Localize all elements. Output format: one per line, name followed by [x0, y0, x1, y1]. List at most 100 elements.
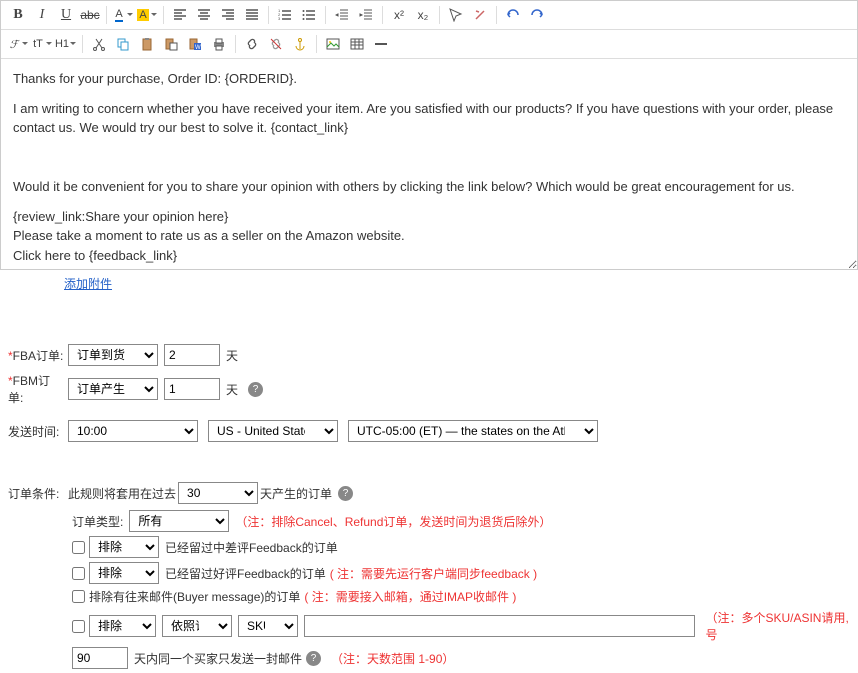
fbm-label: FBM订单: [8, 372, 64, 406]
unlink-button[interactable] [265, 34, 287, 54]
fbm-trigger-select[interactable]: 订单产生后 [68, 378, 158, 400]
fba-label: FBA订单: [8, 347, 64, 364]
fba-order-row: FBA订单: 订单到货后 天 [8, 344, 850, 366]
fba-trigger-select[interactable]: 订单到货后 [68, 344, 158, 366]
editor-content[interactable]: Thanks for your purchase, Order ID: {ORD… [1, 59, 857, 269]
fbm-unit: 天 [226, 381, 238, 398]
exclude-buyer-message-checkbox[interactable] [72, 590, 85, 603]
cut-button[interactable] [88, 34, 110, 54]
email-line: Would it be convenient for you to share … [13, 177, 845, 197]
bold-button[interactable]: B [7, 5, 29, 25]
order-type-label: 订单类型: [72, 513, 123, 530]
exclude-good-feedback-select[interactable]: 排除 [89, 562, 159, 584]
conditions-prefix: 此规则将套用在过去 [68, 485, 176, 502]
send-limit-note: （注：天数范围 1-90） [331, 650, 454, 667]
copy-button[interactable] [112, 34, 134, 54]
conditions-help-icon[interactable]: ? [338, 486, 353, 501]
redo-button[interactable] [526, 5, 548, 25]
conditions-suffix: 天产生的订单 [260, 485, 332, 502]
email-line: I am writing to concern whether you have… [13, 99, 845, 138]
exclude-bad-feedback-select[interactable]: 排除 [89, 536, 159, 558]
superscript-button[interactable]: x² [388, 5, 410, 25]
heading-button[interactable]: H1 [55, 34, 77, 54]
fba-unit: 天 [226, 347, 238, 364]
order-type-note: （注：排除Cancel、Refund订单，发送时间为退货后除外） [235, 513, 551, 530]
paste-text-button[interactable] [160, 34, 182, 54]
rich-text-editor: B I U abc A A 123 x² x₂ ℱ tT H1 [0, 0, 858, 270]
email-line: Please take a moment to rate us as a sel… [13, 226, 845, 246]
send-timezone-select[interactable]: UTC-05:00 (ET) — the states on the Atla [348, 420, 598, 442]
font-size-button[interactable]: tT [31, 34, 53, 54]
add-attachment-link[interactable]: 添加附件 [64, 275, 112, 292]
email-line [13, 148, 845, 168]
link-button[interactable] [241, 34, 263, 54]
send-time-label: 发送时间: [8, 423, 64, 440]
fbm-days-input[interactable] [164, 378, 220, 400]
back-color-button[interactable]: A [136, 5, 158, 25]
image-button[interactable] [322, 34, 344, 54]
toolbar-row-2: ℱ tT H1 W [1, 30, 857, 59]
strikethrough-button[interactable]: abc [79, 5, 101, 25]
exclude-sku-action-select[interactable]: 排除 [89, 615, 156, 637]
svg-text:3: 3 [278, 16, 281, 21]
table-button[interactable] [346, 34, 368, 54]
fbm-help-icon[interactable]: ? [248, 382, 263, 397]
select-all-button[interactable] [445, 5, 467, 25]
paste-word-button[interactable]: W [184, 34, 206, 54]
anchor-button[interactable] [289, 34, 311, 54]
send-limit-text: 天内同一个买家只发送一封邮件 [134, 650, 302, 667]
exclude-good-feedback-note: ( 注：需要先运行客户端同步feedback ) [330, 565, 537, 582]
font-family-button[interactable]: ℱ [7, 34, 29, 54]
exclude-sku-field-select[interactable]: SKU [238, 615, 298, 637]
fba-days-input[interactable] [164, 344, 220, 366]
outdent-button[interactable] [331, 5, 353, 25]
indent-button[interactable] [355, 5, 377, 25]
send-country-select[interactable]: US - United States [208, 420, 338, 442]
align-center-button[interactable] [193, 5, 215, 25]
svg-text:W: W [195, 45, 201, 51]
align-right-button[interactable] [217, 5, 239, 25]
exclude-good-feedback-row: 排除 已经留过好评Feedback的订单 ( 注：需要先运行客户端同步feedb… [72, 562, 850, 584]
exclude-sku-input[interactable] [304, 615, 695, 637]
order-type-row: 订单类型: 所有 （注：排除Cancel、Refund订单，发送时间为退货后除外… [72, 510, 850, 532]
ordered-list-button[interactable]: 123 [274, 5, 296, 25]
exclude-bad-feedback-text: 已经留过中差评Feedback的订单 [165, 539, 338, 556]
exclude-sku-row: 排除 依照订单 SKU （注：多个SKU/ASIN请用,号 [72, 609, 850, 643]
exclude-good-feedback-text: 已经留过好评Feedback的订单 [165, 565, 326, 582]
conditions-label: 订单条件: [8, 485, 64, 502]
exclude-sku-checkbox[interactable] [72, 620, 85, 633]
conditions-days-select[interactable]: 30 [178, 482, 258, 504]
fbm-order-row: FBM订单: 订单产生后 天 ? [8, 372, 850, 406]
settings-form: FBA订单: 订单到货后 天 FBM订单: 订单产生后 天 ? 发送时间: 10… [0, 310, 858, 669]
exclude-buyer-message-note: ( 注：需要接入邮箱，通过IMAP收邮件 ) [304, 588, 516, 605]
hr-button[interactable] [370, 34, 392, 54]
exclude-bad-feedback-row: 排除 已经留过中差评Feedback的订单 [72, 536, 850, 558]
undo-button[interactable] [502, 5, 524, 25]
paste-button[interactable] [136, 34, 158, 54]
exclude-buyer-message-row: 排除有往来邮件(Buyer message)的订单 ( 注：需要接入邮箱，通过I… [72, 588, 850, 605]
exclude-bad-feedback-checkbox[interactable] [72, 541, 85, 554]
email-line: {review_link:Share your opinion here} [13, 207, 845, 227]
exclude-good-feedback-checkbox[interactable] [72, 567, 85, 580]
email-line: Click here to {feedback_link} [13, 246, 845, 266]
order-type-select[interactable]: 所有 [129, 510, 229, 532]
subscript-button[interactable]: x₂ [412, 5, 434, 25]
italic-button[interactable]: I [31, 5, 53, 25]
underline-button[interactable]: U [55, 5, 77, 25]
exclude-sku-note: （注：多个SKU/ASIN请用,号 [705, 609, 850, 643]
align-left-button[interactable] [169, 5, 191, 25]
print-button[interactable] [208, 34, 230, 54]
send-time-select[interactable]: 10:00 [68, 420, 198, 442]
send-limit-days-input[interactable] [72, 647, 128, 669]
send-limit-help-icon[interactable]: ? [306, 651, 321, 666]
exclude-buyer-message-text: 排除有往来邮件(Buyer message)的订单 [89, 588, 300, 605]
clear-format-button[interactable] [469, 5, 491, 25]
send-limit-row: 天内同一个买家只发送一封邮件 ? （注：天数范围 1-90） [72, 647, 850, 669]
unordered-list-button[interactable] [298, 5, 320, 25]
exclude-sku-by-select[interactable]: 依照订单 [162, 615, 232, 637]
font-color-button[interactable]: A [112, 5, 134, 25]
send-time-row: 发送时间: 10:00 US - United States UTC-05:00… [8, 420, 850, 442]
email-line: Thanks for your purchase, Order ID: {ORD… [13, 69, 845, 89]
align-justify-button[interactable] [241, 5, 263, 25]
order-conditions-row: 订单条件: 此规则将套用在过去 30 天产生的订单 ? [8, 482, 850, 504]
